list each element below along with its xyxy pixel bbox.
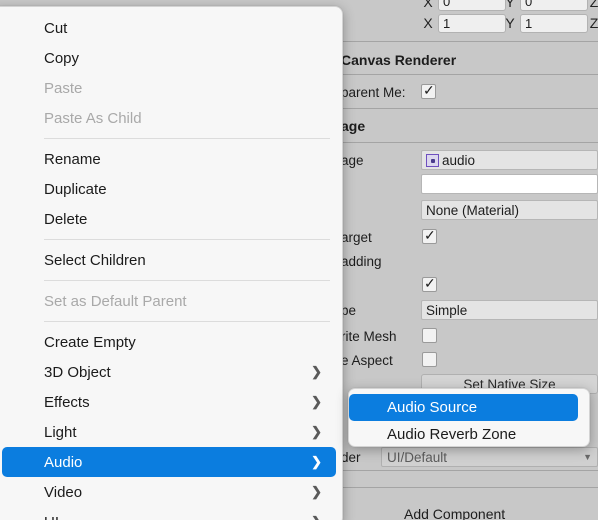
scale-x-field[interactable]: 1 [438,14,506,33]
raycast-target-label: arget [341,229,372,245]
menu-separator [44,239,330,240]
menu-item-label: Paste [44,79,83,97]
menu-item-label: Audio Reverb Zone [387,426,517,443]
menu-item-label: Light [44,423,77,441]
image-type-dropdown[interactable]: Simple [421,300,598,320]
menu-item-label: Select Children [44,251,146,269]
screen: Rotation X 0 Y 0 Z X 1 Y 1 Z Canvas Rend… [0,0,598,520]
menu-item-create-empty[interactable]: Create Empty [0,327,342,357]
submenu-item-audio-source[interactable]: Audio Source [349,394,578,421]
chevron-right-icon: ❯ [311,514,322,520]
menu-item-label: Copy [44,49,80,67]
use-sprite-mesh-checkbox[interactable] [422,328,437,343]
menu-item-label: Delete [44,210,88,228]
menu-item-rename[interactable]: Rename [0,144,342,174]
menu-item-ui[interactable]: UI ❯ [0,507,342,520]
maskable-checkbox[interactable] [422,275,437,292]
rotation-y-axis-label: Y [505,0,515,10]
menu-item-set-as-default-parent: Set as Default Parent [0,286,342,316]
menu-separator [44,321,330,322]
shader-label: der [341,449,361,465]
menu-item-label: Video [44,483,83,501]
menu-item-select-children[interactable]: Select Children [0,245,342,275]
sprite-icon [426,153,439,167]
scale-x-axis-label: X [423,15,433,31]
material-field[interactable]: None (Material) [421,200,598,220]
rotation-x-axis-label: X [423,0,433,10]
menu-item-paste: Paste [0,73,342,103]
menu-item-label: Rename [44,150,101,168]
menu-item-label: 3D Object [44,363,111,381]
menu-item-label: Effects [44,393,90,411]
chevron-down-icon: ▼ [583,452,592,462]
menu-separator [44,138,330,139]
menu-item-paste-as-child: Paste As Child [0,103,342,133]
cull-transparent-mesh-checkbox[interactable] [421,82,436,99]
add-component-label: Add Component [404,506,506,520]
preserve-aspect-checkbox[interactable] [422,352,437,367]
raycast-target-checkbox[interactable] [422,227,437,244]
source-image-label: age [341,152,364,168]
shader-value: UI/Default [387,449,448,465]
menu-item-audio[interactable]: Audio ❯ [2,447,336,477]
material-value: None (Material) [426,202,520,218]
rotation-y-field[interactable]: 0 [520,0,588,11]
scale-y-axis-label: Y [505,15,515,31]
menu-item-video[interactable]: Video ❯ [0,477,342,507]
menu-item-cut[interactable]: Cut [0,13,342,43]
rotation-z-axis-label: Z [589,0,598,10]
chevron-right-icon: ❯ [311,454,322,469]
menu-item-duplicate[interactable]: Duplicate [0,174,342,204]
raycast-padding-label: adding [341,253,382,269]
image-component-title: age [341,118,366,134]
source-image-value: audio [442,152,476,168]
menu-item-label: Audio Source [387,399,478,416]
image-type-label: pe [341,302,357,318]
canvas-renderer-title: Canvas Renderer [341,52,457,68]
chevron-right-icon: ❯ [311,394,322,409]
menu-item-label: Create Empty [44,333,136,351]
rotation-label: Rotation [253,0,308,2]
menu-item-copy[interactable]: Copy [0,43,342,73]
image-type-value: Simple [426,302,468,318]
menu-item-label: Cut [44,19,68,37]
menu-item-delete[interactable]: Delete [0,204,342,234]
chevron-right-icon: ❯ [311,364,322,379]
menu-item-label: Duplicate [44,180,107,198]
menu-separator [44,280,330,281]
menu-item-effects[interactable]: Effects ❯ [0,387,342,417]
submenu-item-audio-reverb-zone[interactable]: Audio Reverb Zone [349,421,589,446]
chevron-right-icon: ❯ [311,484,322,499]
audio-submenu[interactable]: Audio Source Audio Reverb Zone [348,388,590,447]
menu-item-label: UI [44,514,59,520]
menu-item-label: Paste As Child [44,109,142,127]
shader-dropdown[interactable]: UI/Default ▼ [381,447,598,467]
menu-item-label: Set as Default Parent [44,292,187,310]
source-image-field[interactable]: audio [421,150,598,170]
use-sprite-mesh-label: rite Mesh [341,328,397,344]
preserve-aspect-label: e Aspect [341,352,393,368]
menu-item-light[interactable]: Light ❯ [0,417,342,447]
scale-z-axis-label: Z [589,15,598,31]
menu-item-3d-object[interactable]: 3D Object ❯ [0,357,342,387]
rotation-x-field[interactable]: 0 [438,0,506,11]
menu-item-label: Audio [44,453,83,471]
scale-y-field[interactable]: 1 [520,14,588,33]
cull-transparent-mesh-label: parent Me: [341,84,406,100]
chevron-right-icon: ❯ [311,424,322,439]
color-field[interactable] [421,174,598,194]
hierarchy-context-menu[interactable]: Cut Copy Paste Paste As Child Rename Duplicat… [0,6,343,520]
